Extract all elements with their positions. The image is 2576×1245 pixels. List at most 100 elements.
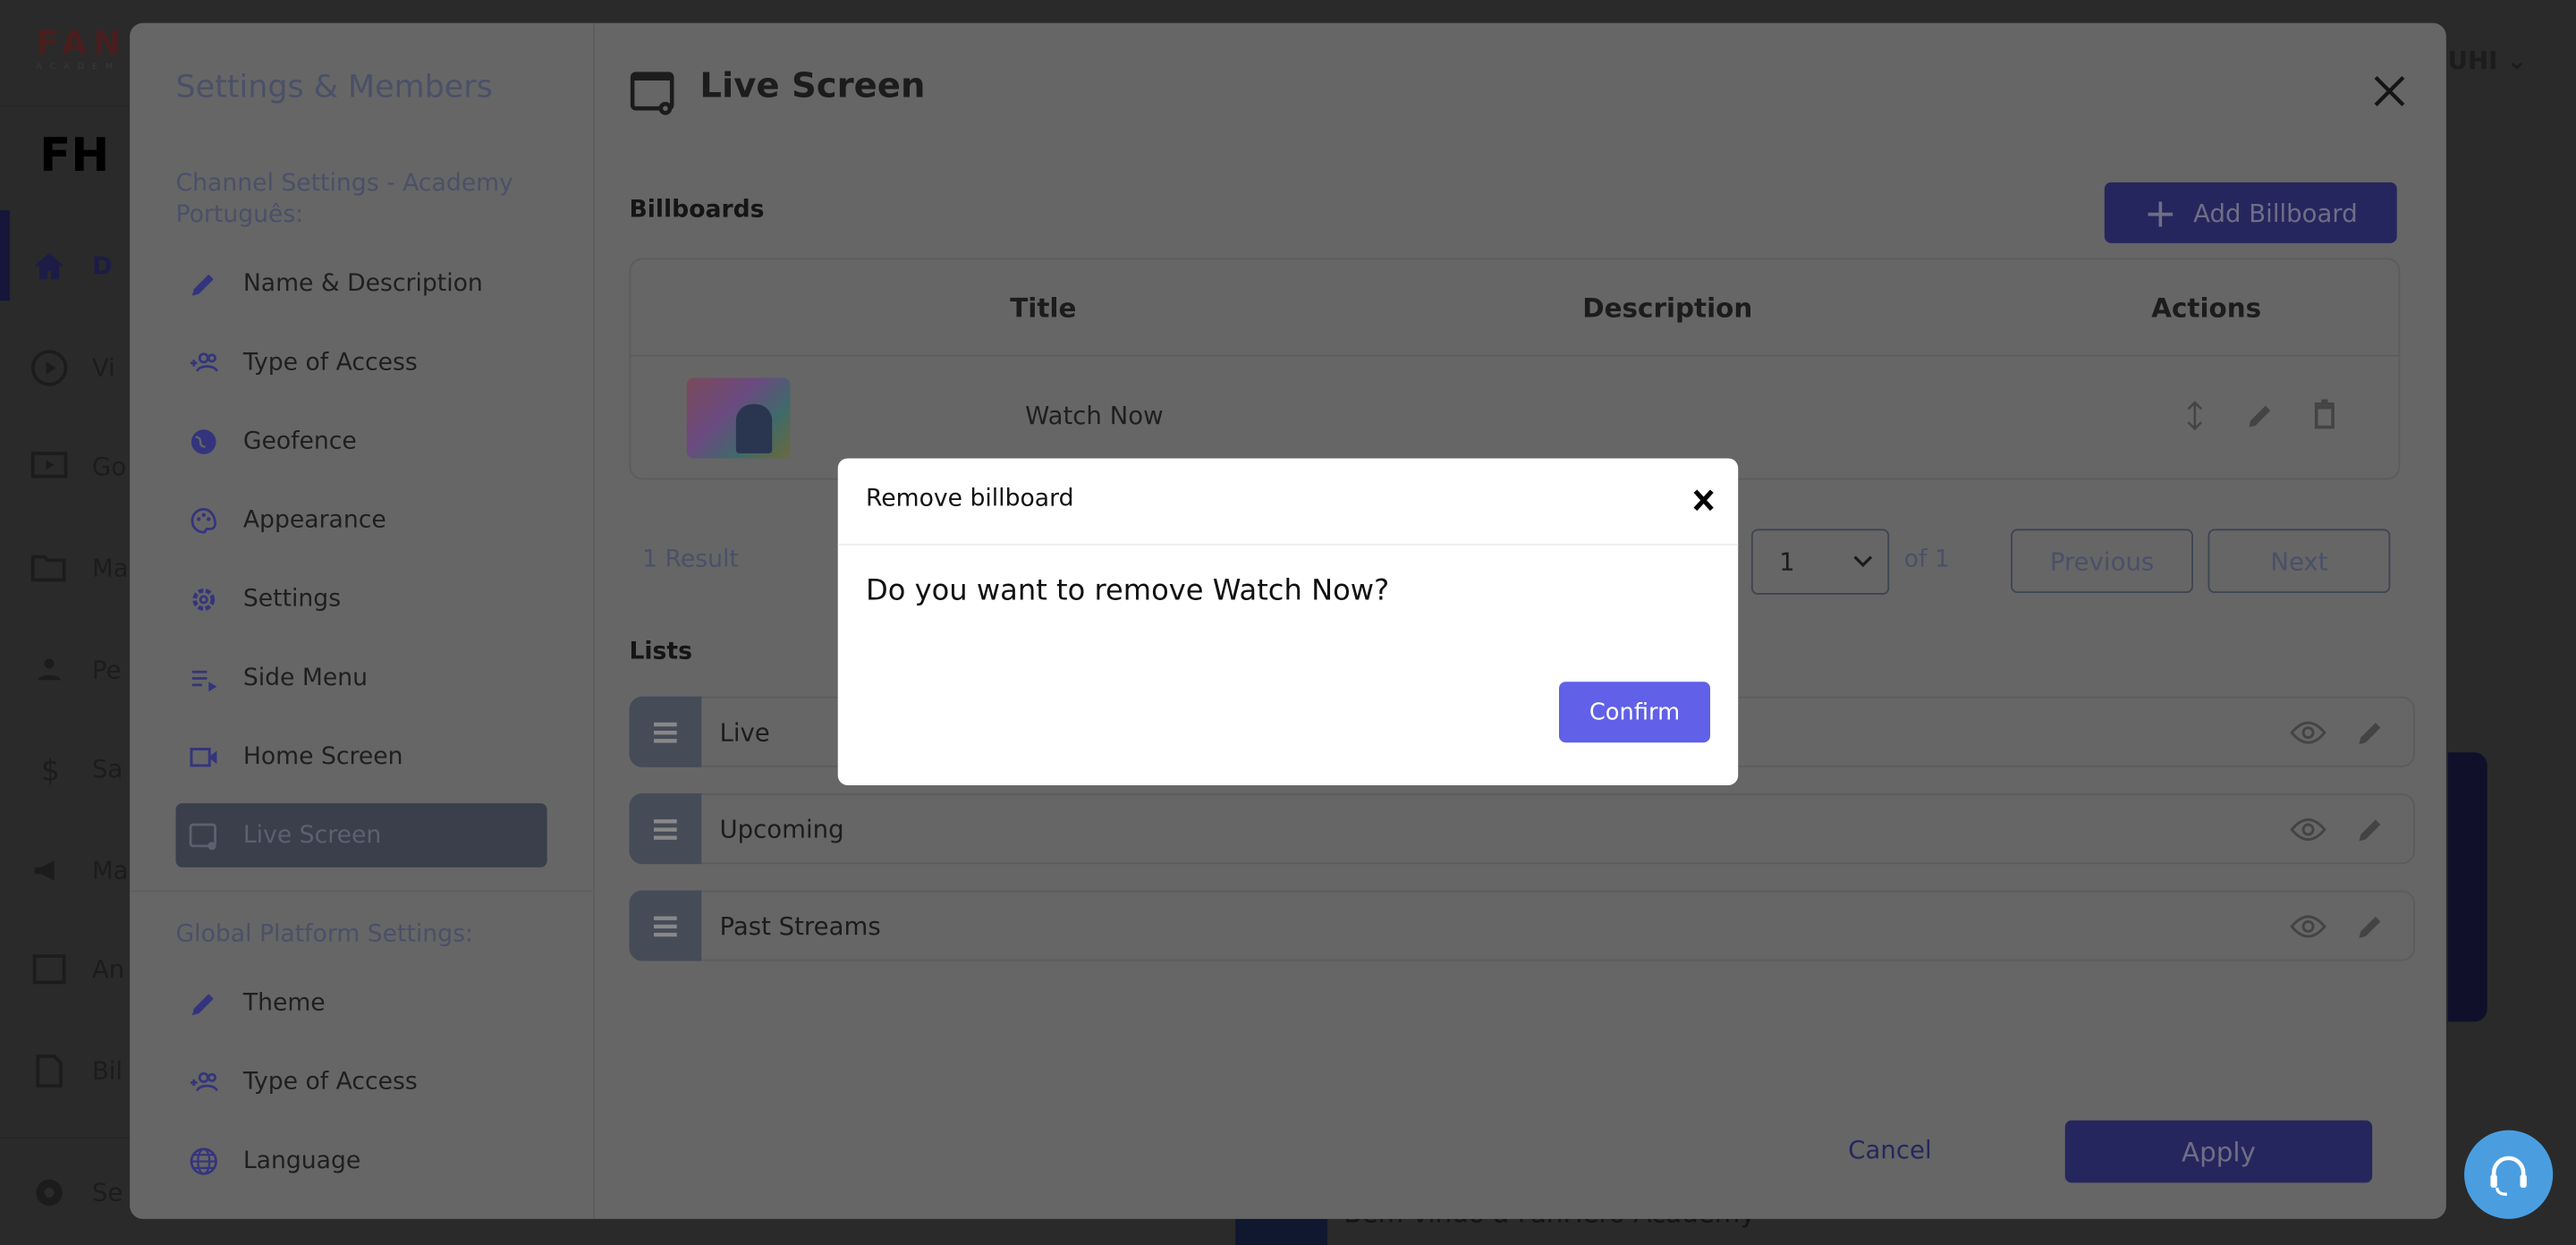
previous-button[interactable]: Previous [2011,529,2193,594]
card-thumbnail [1235,1215,1328,1245]
folder-gear-icon [30,555,66,582]
sidebar-item-home-screen[interactable]: Home Screen [176,724,547,789]
edit-pencil-icon[interactable] [2354,813,2387,846]
bg-nav-item[interactable]: $ Sa [30,750,123,789]
add-group-icon [189,1067,218,1097]
settings-sidebar: Settings & Members Channel Settings - Ac… [130,22,595,1219]
column-header-title: Title [1010,292,1077,324]
apply-button[interactable]: Apply [2064,1120,2373,1183]
confirm-button[interactable]: Confirm [1559,682,1711,743]
gear-icon [36,1179,63,1207]
bg-nav-item[interactable]: Ma [30,548,129,588]
eye-icon[interactable] [2290,813,2326,846]
help-chat-button[interactable] [2464,1130,2554,1219]
add-billboard-button[interactable]: + Add Billboard [2104,182,2397,243]
close-dialog-button[interactable] [1692,487,1716,512]
background-card [2447,752,2487,1022]
drag-handle[interactable] [629,696,702,767]
sidebar-item-label: Language [242,1147,361,1174]
billing-icon [36,1054,63,1088]
megaphone-icon [34,860,55,881]
billboard-thumbnail [686,377,791,459]
sidebar-item-label: Side Menu [242,664,369,691]
edit-pencil-icon[interactable] [2354,716,2387,750]
list-item: Past Streams [629,890,2415,961]
close-modal-button[interactable] [2372,74,2407,109]
page-select[interactable]: 1 [1750,529,1890,595]
next-button[interactable]: Next [2207,529,2391,594]
globe-icon [189,427,218,456]
sidebar-item-live-screen[interactable]: Live Screen [175,803,547,868]
drag-handle[interactable] [629,793,702,865]
plus-icon: + [2143,190,2177,236]
delete-trash-icon[interactable] [2309,399,2342,432]
bg-nav-item[interactable]: Vi [30,348,115,387]
analytics-icon [32,954,66,985]
reorder-arrows-icon[interactable] [2178,399,2211,432]
fh-logo: FH [39,128,110,182]
svg-text:$: $ [41,752,60,787]
sidebar-item-global-language[interactable]: Language [176,1129,547,1193]
user-menu[interactable]: UHI ⌄ [2448,46,2527,75]
play-circle-icon [30,350,68,386]
pencil-icon [189,268,218,298]
brand-sub: ACADEM [36,62,122,72]
home-icon [34,252,64,280]
eye-icon[interactable] [2290,910,2326,944]
drag-lines-icon [654,915,677,936]
billboards-table: Title Description Actions Watch Now [629,258,2401,480]
chevron-down-icon: ⌄ [2506,46,2528,76]
active-indicator [0,210,11,301]
sidebar-item-settings[interactable]: Settings [176,567,547,631]
background-sidebar: FANH ACADEM FH D Vi Go Ma Pe $ Sa Ma An B… [0,0,155,1245]
drag-lines-icon [654,818,677,840]
page-title: Live Screen [699,65,926,106]
playlist-icon [189,663,218,692]
sidebar-item-geofence[interactable]: Geofence [176,409,547,473]
drag-handle[interactable] [629,890,702,961]
sidebar-item-label: Live Screen [242,822,382,849]
dialog-title: Remove billboard [865,486,1074,513]
lists-label: Lists [629,639,692,665]
bg-nav-settings[interactable]: Se [30,1173,123,1212]
column-header-actions: Actions [2151,292,2262,324]
sidebar-item-label: Name & Description [242,270,483,297]
sidebar-item-global-type-of-access[interactable]: Type of Access [176,1050,547,1114]
bg-nav-item[interactable]: Ma [30,851,129,890]
channel-settings-heading: Channel Settings - Academy Português: [175,171,513,229]
result-count: 1 Result [642,546,739,574]
edit-pencil-icon[interactable] [2354,910,2387,944]
tv-play-icon [30,452,68,479]
sidebar-item-type-of-access[interactable]: Type of Access [176,330,547,394]
video-camera-icon [189,741,218,771]
bg-nav-item[interactable]: Pe [30,650,121,690]
sidebar-item-label: Settings [242,585,342,613]
dialog-message: Do you want to remove Watch Now? [865,574,1390,608]
page-total: of 1 [1903,546,1950,574]
dialog-header: Remove billboard [837,458,1739,546]
sidebar-title: Settings & Members [175,69,493,106]
billboard-title: Watch Now [1025,401,1164,431]
cancel-button[interactable]: Cancel [1848,1135,1931,1165]
bg-nav-item[interactable]: An [30,950,124,989]
list-label: Live [719,717,770,748]
drag-lines-icon [654,721,677,742]
global-settings-heading: Global Platform Settings: [175,921,473,948]
sidebar-item-side-menu[interactable]: Side Menu [176,646,547,710]
eye-icon[interactable] [2290,716,2326,750]
divider [0,105,131,107]
bg-nav-item[interactable]: Bil [30,1051,123,1090]
headset-icon [2490,1156,2527,1196]
screen-gear-icon [630,72,674,115]
bg-nav-item[interactable]: Go [30,447,126,487]
bg-nav-dashboard[interactable]: D [30,247,113,286]
remove-billboard-dialog: Remove billboard Do you want to remove W… [837,458,1739,785]
sidebar-item-global-theme[interactable]: Theme [176,970,547,1035]
sidebar-item-name-description[interactable]: Name & Description [176,251,547,316]
people-icon [38,658,61,681]
list-label: Past Streams [719,911,881,942]
divider [130,890,595,893]
sidebar-item-appearance[interactable]: Appearance [176,487,547,552]
divider [631,354,2399,357]
edit-pencil-icon[interactable] [2244,399,2277,432]
